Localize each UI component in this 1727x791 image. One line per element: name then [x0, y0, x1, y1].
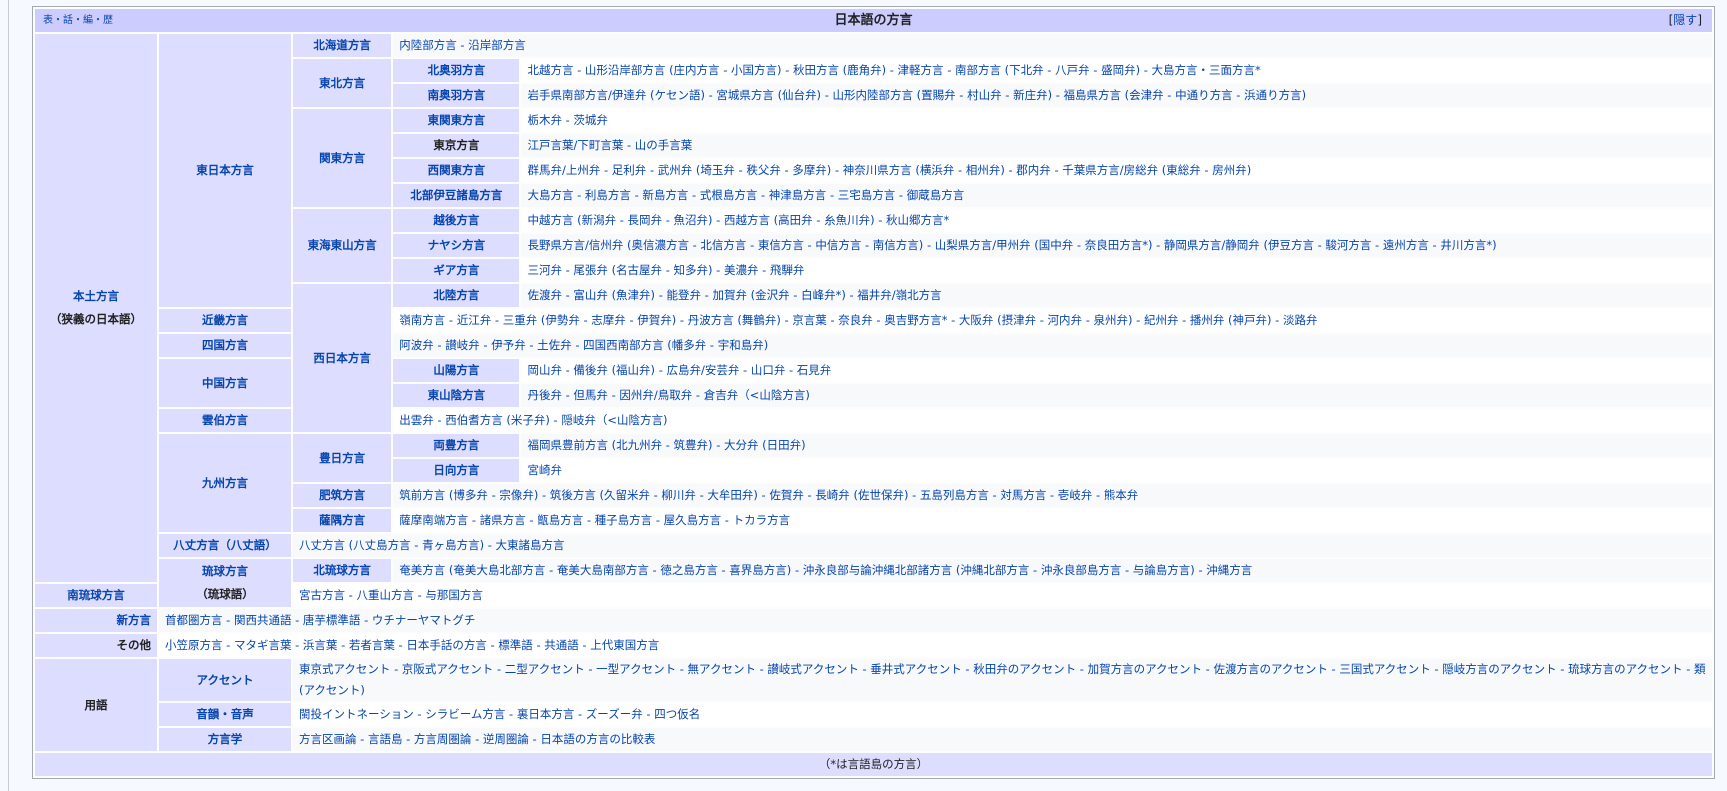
navbox-title-bar: 表・話・編・歴 日本語の方言 [隠す] [35, 9, 1712, 32]
row-minamiou-label[interactable]: 南奥羽方言 [393, 84, 520, 107]
group-new[interactable]: 新方言 [35, 609, 157, 632]
row-kitaou-list[interactable]: 北越方言 - 山形沿岸部方言 (庄内方言 - 小国方言) - 秋田方言 (鹿角弁… [521, 59, 1712, 82]
row-hyuga-label[interactable]: 日向方言 [393, 459, 520, 482]
row-tokyo-label[interactable]: 東京方言 [393, 134, 520, 157]
row-echigo-list[interactable]: 中越方言 (新潟弁 - 長岡弁 - 魚沼弁) - 西越方言 (高田弁 - 糸魚川… [521, 209, 1712, 232]
row-accent-label[interactable]: アクセント [159, 659, 291, 701]
row-kitaryukyu-list[interactable]: 奄美方言 (奄美大島北部方言 - 奄美大島南部方言 - 徳之島方言 - 喜界島方… [393, 559, 1712, 582]
row-kanto-label[interactable]: 関東方言 [293, 109, 392, 207]
row-kitaryukyu-label[interactable]: 北琉球方言 [293, 559, 392, 582]
group-kyushu[interactable]: 九州方言 [159, 434, 291, 532]
row-phon-list[interactable]: 閩投イントネーション - シラビーム方言 - 裏日本方言 - ズーズー弁 - 四… [293, 703, 1712, 726]
row-kitaou-label[interactable]: 北奥羽方言 [393, 59, 520, 82]
row-minamiryukyu-list[interactable]: 宮古方言 - 八重山方言 - 与那国方言 [293, 584, 1712, 607]
row-kinki-label[interactable]: 近畿方言 [159, 309, 291, 332]
row-chugoku-label[interactable]: 中国方言 [159, 359, 291, 407]
row-nishikanto-list[interactable]: 群馬弁/上州弁 - 足利弁 - 武州弁 (埼玉弁 - 秩父弁 - 多摩弁) - … [521, 159, 1712, 182]
group-terms: 用語 [35, 659, 157, 751]
hide-link[interactable]: 隠す [1673, 13, 1697, 27]
group-ryukyu-link[interactable]: 琉球方言 [202, 564, 248, 578]
row-ryobu-list[interactable]: 福岡県豊前方言 (北九州弁 - 筑豊弁) - 大分弁 (日田弁) [521, 434, 1712, 457]
row-satsugu-label[interactable]: 薩隅方言 [293, 509, 392, 532]
row-ryobu-label[interactable]: 両豊方言 [393, 434, 520, 457]
group-honshu: 本土方言 （狭義の日本語） [35, 34, 157, 582]
row-hokuriku-list[interactable]: 佐渡弁 - 富山弁 (魚津弁) - 能登弁 - 加賀弁 (金沢弁 - 白峰弁*)… [521, 284, 1712, 307]
row-dialectology-label[interactable]: 方言学 [159, 728, 291, 751]
row-kinki-list[interactable]: 嶺南方言 - 近江弁 - 三重弁 (伊勢弁 - 志摩弁 - 伊賀弁) - 丹波方… [393, 309, 1712, 332]
row-satsugu-list[interactable]: 薩摩南端方言 - 諸県方言 - 甑島方言 - 種子島方言 - 屋久島方言 - ト… [393, 509, 1712, 532]
row-dialectology-list[interactable]: 方言区画論 - 言語島 - 方言周圏論 - 逆周圏論 - 日本語の方言の比較表 [293, 728, 1712, 751]
row-hokuriku-label[interactable]: 北陸方言 [393, 284, 520, 307]
row-tosan-list[interactable]: 丹後弁 - 但馬弁 - 因州弁/鳥取弁 - 倉吉弁（<山陰方言) [521, 384, 1712, 407]
row-tokyo-list[interactable]: 江戸言葉/下町言葉 - 山の手言葉 [521, 134, 1712, 157]
row-new-list[interactable]: 首都圏方言 - 関西共通語 - 唐芋標準語 - ウチナーヤマトグチ [159, 609, 1712, 632]
row-hokkaido-label[interactable]: 北海道方言 [293, 34, 392, 57]
navbox-title: 日本語の方言 [834, 13, 913, 28]
row-tokai-label[interactable]: 東海東山方言 [293, 209, 392, 282]
row-echigo-label[interactable]: 越後方言 [393, 209, 520, 232]
row-unpaku-label[interactable]: 雲伯方言 [159, 409, 291, 432]
group-ryukyu-note: （琉球語） [196, 587, 254, 601]
row-gia-list[interactable]: 三河弁 - 尾張弁 (名古屋弁 - 知多弁) - 美濃弁 - 飛騨弁 [521, 259, 1712, 282]
row-sanyo-list[interactable]: 岡山弁 - 備後弁 (福山弁) - 広島弁/安芸弁 - 山口弁 - 石見弁 [521, 359, 1712, 382]
hide-toggle[interactable]: [隠す] [1669, 9, 1702, 32]
row-higashikanto-label[interactable]: 東関東方言 [393, 109, 520, 132]
row-unpaku-list[interactable]: 出雲弁 - 西伯耆方言 (米子弁) - 隠岐弁（<山陰方言) [393, 409, 1712, 432]
row-shikoku-list[interactable]: 阿波弁 - 讃岐弁 - 伊予弁 - 土佐弁 - 四国西南部方言 (幡多弁 - 宇… [393, 334, 1712, 357]
row-minamiryukyu-label[interactable]: 南琉球方言 [35, 584, 157, 607]
row-gia-label[interactable]: ギア方言 [393, 259, 520, 282]
row-izu-list[interactable]: 大島方言 - 利島方言 - 新島方言 - 式根島方言 - 神津島方言 - 三宅島… [521, 184, 1712, 207]
group-west[interactable]: 西日本方言 [293, 284, 392, 432]
row-sanyo-label[interactable]: 山陽方言 [393, 359, 520, 382]
navbox: 表・話・編・歴 日本語の方言 [隠す] 本土方言 （狭義の日本語） 東日本方言 … [32, 6, 1715, 779]
row-minamiou-list[interactable]: 岩手県南部方言/伊達弁 (ケセン語) - 宮城県方言 (仙台弁) - 山形内陸部… [521, 84, 1712, 107]
row-other-list[interactable]: 小笠原方言 - マタギ言葉 - 浜言葉 - 若者言葉 - 日本手話の方言 - 標… [159, 634, 1712, 657]
row-phon-label[interactable]: 音韻・音声 [159, 703, 291, 726]
row-hichiku-label[interactable]: 肥筑方言 [293, 484, 392, 507]
row-hyuga-list[interactable]: 宮崎弁 [521, 459, 1712, 482]
navbox-table: 表・話・編・歴 日本語の方言 [隠す] 本土方言 （狭義の日本語） 東日本方言 … [33, 7, 1714, 778]
row-hohi-label[interactable]: 豊日方言 [293, 434, 392, 482]
row-tohoku-label[interactable]: 東北方言 [293, 59, 392, 107]
group-east[interactable]: 東日本方言 [159, 34, 291, 307]
group-ryukyu: 琉球方言 （琉球語） [159, 559, 291, 607]
navbox-footer-note: （*は言語島の方言） [35, 753, 1712, 776]
vte-links[interactable]: 表・話・編・歴 [43, 9, 113, 32]
row-shikoku-label[interactable]: 四国方言 [159, 334, 291, 357]
group-other: その他 [35, 634, 157, 657]
row-nishikanto-label[interactable]: 西関東方言 [393, 159, 520, 182]
row-nayashi-label[interactable]: ナヤシ方言 [393, 234, 520, 257]
row-hichiku-list[interactable]: 筑前方言 (博多弁 - 宗像弁) - 筑後方言 (久留米弁 - 柳川弁 - 大牟… [393, 484, 1712, 507]
row-nayashi-list[interactable]: 長野県方言/信州弁 (奥信濃方言 - 北信方言 - 東信方言 - 中信方言 - … [521, 234, 1712, 257]
row-accent-list[interactable]: 東京式アクセント - 京阪式アクセント - 二型アクセント - 一型アクセント … [293, 659, 1712, 701]
group-honshu-note: （狭義の日本語） [50, 312, 142, 326]
row-higashikanto-list[interactable]: 栃木弁 - 茨城弁 [521, 109, 1712, 132]
group-hachijo[interactable]: 八丈方言（八丈語） [159, 534, 291, 557]
row-tosan-label[interactable]: 東山陰方言 [393, 384, 520, 407]
row-hokkaido-list[interactable]: 内陸部方言 - 沿岸部方言 [393, 34, 1712, 57]
group-honshu-link[interactable]: 本土方言 [73, 289, 119, 303]
row-izu-label[interactable]: 北部伊豆諸島方言 [393, 184, 520, 207]
row-hachijo-list[interactable]: 八丈方言 (八丈島方言 - 青ヶ島方言) - 大東諸島方言 [293, 534, 1712, 557]
